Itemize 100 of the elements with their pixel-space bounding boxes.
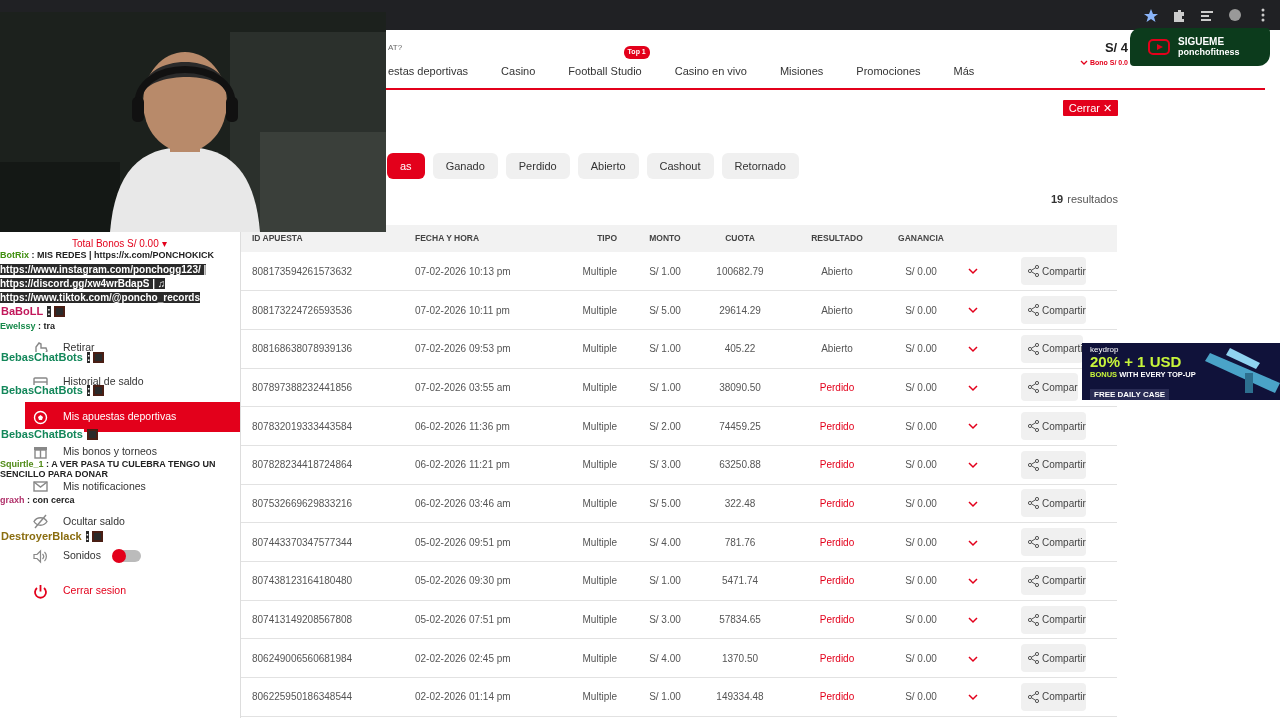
chevron-icon[interactable]	[968, 307, 978, 315]
table-cell: Multiple	[582, 614, 617, 626]
chevron-icon[interactable]	[968, 384, 978, 392]
share-button[interactable]: Compartir	[1021, 489, 1086, 518]
follow-title: SIGUEME	[1178, 36, 1226, 47]
table-cell: 05-02-2026 09:51 pm	[415, 536, 511, 548]
chevron-icon[interactable]	[968, 655, 978, 663]
chevron-icon[interactable]	[968, 500, 978, 508]
chevron-icon[interactable]	[968, 694, 978, 702]
table-cell: Perdido	[819, 575, 855, 587]
chat-message: BotRix : MIS REDES | https://x.com/PONCHOKICK	[0, 250, 215, 260]
speaker-icon	[33, 548, 48, 564]
filter-tab[interactable]: as	[387, 153, 425, 179]
table-cell: Multiple	[582, 343, 617, 355]
table-cell: S/ 0.00	[905, 497, 937, 509]
chevron-icon[interactable]	[968, 539, 978, 547]
nav-link[interactable]: estas deportivas	[388, 65, 469, 77]
share-button[interactable]: Compartir	[1021, 605, 1086, 634]
table-cell: 807897388232441856	[252, 381, 353, 393]
nav-link[interactable]: Casino	[501, 65, 536, 77]
table-cell: 807828234418724864	[252, 459, 353, 471]
sidebar-item[interactable]: Mis bonos y torneos	[33, 445, 157, 459]
envelope-icon	[33, 479, 48, 495]
chat-text: :	[86, 352, 91, 363]
table-cell: 322.48	[724, 497, 756, 509]
table-cell: S/ 5.00	[649, 497, 681, 509]
table-cell: S/ 0.00	[905, 420, 937, 432]
chevron-icon[interactable]	[968, 616, 978, 624]
table-cell: 05-02-2026 07:51 pm	[415, 614, 511, 626]
share-icon	[1028, 304, 1039, 317]
avatar-icon[interactable]	[1228, 8, 1242, 22]
table-cell: 807532669629833216	[252, 497, 353, 509]
sidebar-item[interactable]: Ocultar saldo	[33, 515, 125, 528]
table-cell: S/ 0.00	[905, 652, 937, 664]
ad-cta: FREE DAILY CASE	[1090, 389, 1170, 400]
share-icon	[1028, 536, 1039, 549]
chevron-icon[interactable]	[968, 423, 978, 431]
nav-link[interactable]: Misiones	[779, 65, 824, 77]
table-cell: 807413149208567808	[252, 614, 353, 626]
filter-tab[interactable]: Cashout	[646, 153, 714, 179]
list-icon[interactable]	[1200, 8, 1214, 22]
follow-handle: ponchofitness	[1178, 47, 1240, 58]
table-cell: 808173594261573632	[252, 265, 353, 277]
filter-tab[interactable]: Perdido	[505, 153, 570, 179]
table-cell: Multiple	[582, 381, 617, 393]
sound-toggle[interactable]	[112, 550, 141, 563]
sidebar-item[interactable]: Mis notificaciones	[33, 480, 146, 494]
nav-link[interactable]: Promociones	[856, 65, 921, 77]
chevron-icon[interactable]	[968, 462, 978, 470]
close-button[interactable]: Cerrar ✕	[1062, 100, 1118, 116]
ad-brand: keydrop	[1090, 345, 1120, 354]
table-cell: Perdido	[819, 536, 855, 548]
share-button[interactable]: Compartir	[1021, 412, 1086, 441]
nav-link[interactable]: Casino en vivo	[674, 65, 747, 77]
table-cell: Perdido	[819, 497, 855, 509]
ad-headline: 20% + 1 USD	[1090, 354, 1183, 370]
filter-tab[interactable]: Abierto	[577, 153, 639, 179]
share-button[interactable]: Compartir	[1021, 528, 1086, 557]
chevron-icon[interactable]	[968, 578, 978, 586]
extension-icon[interactable]	[1172, 8, 1186, 22]
filter-tab[interactable]: Ganado	[432, 153, 498, 179]
chat-text: :	[47, 306, 51, 317]
share-button[interactable]: Compartir	[1021, 296, 1086, 325]
filter-tab[interactable]: Retornado	[721, 153, 799, 179]
table-cell: Multiple	[582, 652, 617, 664]
table-cell: S/ 3.00	[649, 614, 681, 626]
power-icon	[33, 583, 48, 599]
table-cell: S/ 0.00	[905, 575, 937, 587]
ball-icon	[33, 409, 48, 425]
chevron-icon[interactable]	[968, 346, 978, 354]
table-cell: 06-02-2026 11:21 pm	[415, 459, 510, 471]
table-cell: 07-02-2026 03:55 am	[415, 381, 511, 393]
sidebar-item[interactable]: Sonidos	[33, 549, 141, 563]
chevron-icon[interactable]	[968, 268, 978, 276]
table-cell: Perdido	[819, 420, 855, 432]
share-button[interactable]: Compar	[1021, 373, 1078, 402]
share-button[interactable]: Compartir	[1021, 566, 1086, 595]
table-cell: 149334.48	[716, 691, 764, 703]
share-button[interactable]: Compartir	[1021, 644, 1086, 673]
sidebar-item[interactable]: Cerrar sesion	[33, 584, 127, 598]
column-header: CUOTA	[725, 233, 755, 244]
table-cell: 807832019333443584	[252, 420, 353, 432]
nav-link[interactable]: Más	[953, 65, 975, 77]
chat-text: https://discord.gg/xw4wrBdapS | ♫	[0, 278, 166, 289]
star-icon[interactable]	[1144, 8, 1158, 22]
share-button[interactable]: Comparti	[1021, 334, 1083, 363]
table-cell: Abierto	[821, 343, 853, 355]
table-cell: Multiple	[582, 691, 617, 703]
nav-link[interactable]: Football Studio	[568, 65, 642, 77]
chat-username: BebasChatBots	[0, 385, 84, 396]
share-button[interactable]: Compartir	[1021, 450, 1086, 479]
table-cell: 06-02-2026 11:36 pm	[415, 420, 510, 432]
chevron-icon	[1079, 59, 1088, 67]
share-button[interactable]: Compartir	[1021, 682, 1086, 711]
table-cell: 07-02-2026 09:53 pm	[415, 343, 511, 355]
table-cell: 06-02-2026 03:46 am	[415, 497, 511, 509]
share-button[interactable]: Compartir	[1021, 257, 1086, 286]
table-cell: S/ 0.00	[905, 343, 937, 355]
chat-username: BebasChatBots	[0, 429, 84, 440]
table-cell: Perdido	[819, 614, 855, 626]
